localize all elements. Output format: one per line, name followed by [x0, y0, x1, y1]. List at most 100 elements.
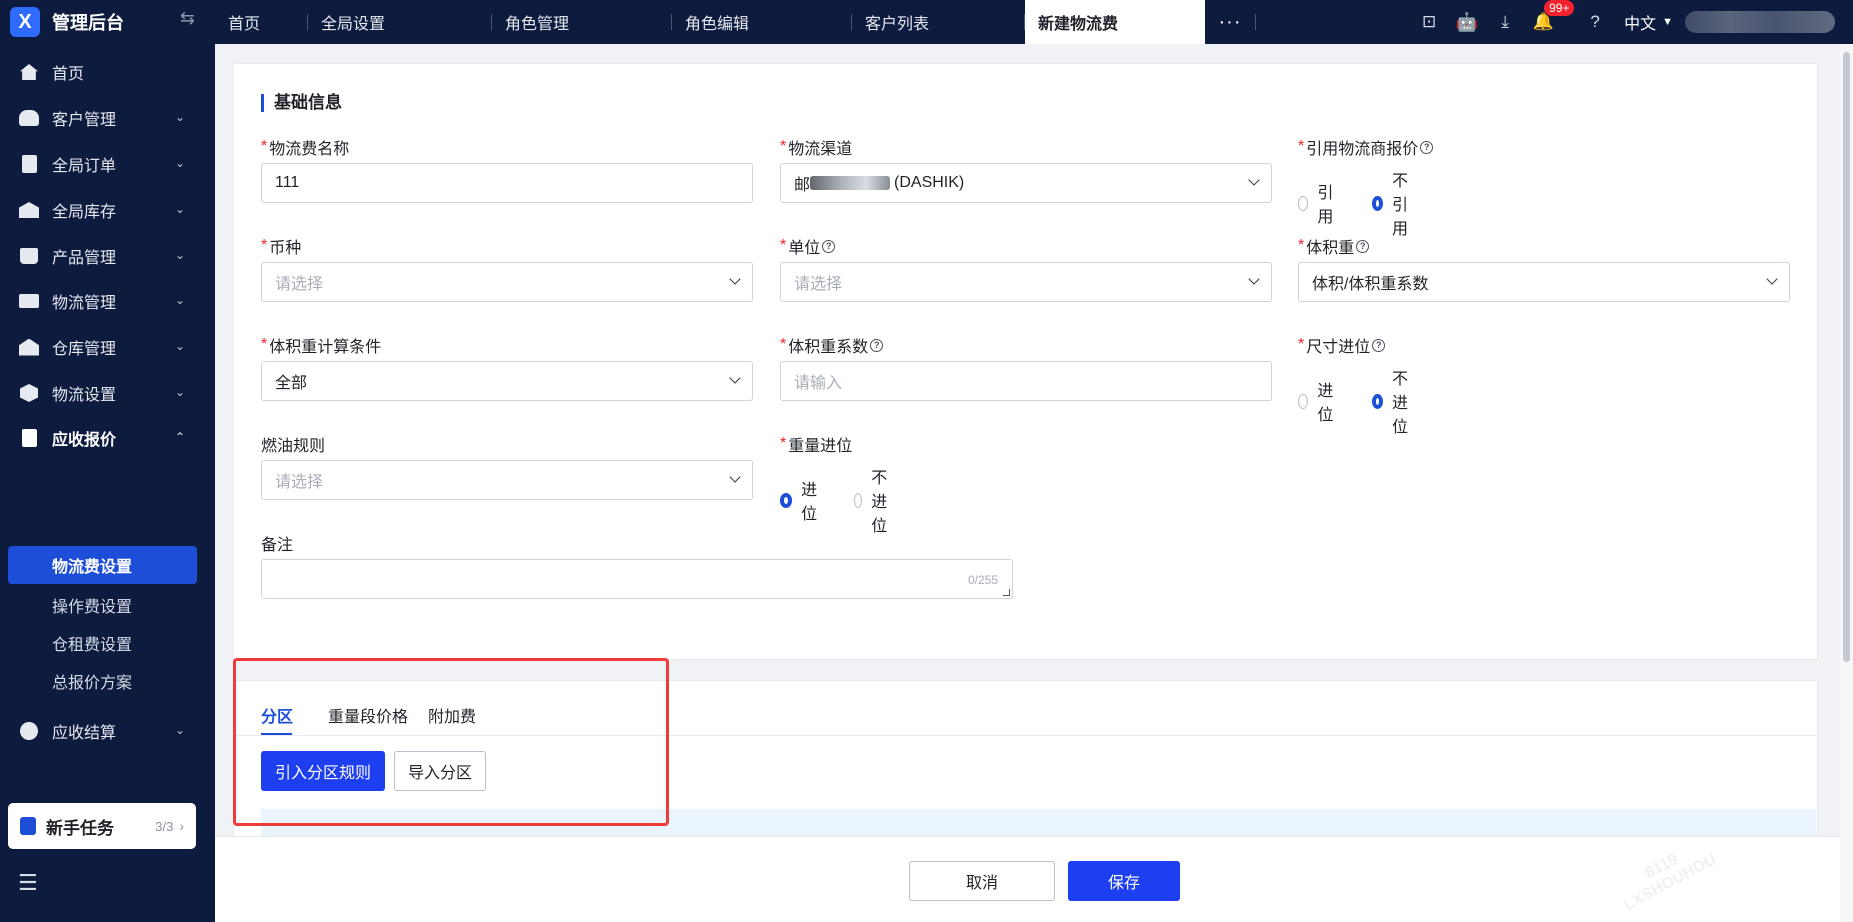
submenu-item-logistics-fee[interactable]: 物流费设置 [8, 546, 197, 584]
chevron-down-icon: ⌄ [174, 293, 185, 307]
vol-condition-select[interactable]: 全部 [261, 361, 753, 401]
inbox-icon[interactable]: ⊡ [1410, 0, 1448, 44]
input-value: 111 [275, 174, 300, 191]
menu-item-home[interactable]: 首页 [0, 52, 215, 92]
section-title: 基础信息 [261, 94, 342, 112]
menu-item-receivable-quote[interactable]: 应收报价 ⌃ [0, 418, 215, 458]
menu-label: 物流设置 [52, 387, 117, 404]
chevron-up-icon: ⌃ [174, 430, 185, 444]
menu-label: 全局库存 [52, 204, 117, 221]
chevron-down-icon: ⌄ [174, 385, 185, 399]
currency-select[interactable]: 请选择 [261, 262, 753, 302]
submenu-item-operation-fee[interactable]: 操作费设置 [0, 586, 215, 624]
help-icon[interactable]: ? [1372, 338, 1386, 352]
tab-role-management[interactable]: 角色管理 [492, 0, 672, 44]
language-select[interactable]: 中文 ▼ [1624, 10, 1673, 34]
select-value: 全部 [275, 375, 308, 392]
tab-new-logistics-fee[interactable]: 新建物流费 [1025, 0, 1205, 44]
radio-no-carry[interactable]: 不进位 [854, 464, 894, 536]
chevron-right-icon: › [179, 818, 184, 834]
help-icon[interactable]: ? [822, 239, 836, 253]
help-icon[interactable]: ? [870, 338, 884, 352]
download-icon[interactable]: ⤓ [1486, 0, 1524, 44]
tab-global-settings[interactable]: 全局设置 [308, 0, 492, 44]
tab-customer-list[interactable]: 客户列表 [852, 0, 1025, 44]
radio-circle-checked [1372, 393, 1383, 409]
radio-carry[interactable]: 进位 [1298, 377, 1338, 425]
task-count: 3/3 [155, 818, 174, 834]
input-placeholder: 请输入 [794, 375, 843, 392]
remark-textarea[interactable]: 0/255 [261, 559, 1013, 599]
radio-no-ref[interactable]: 不引用 [1372, 167, 1412, 239]
chevron-down-icon [1248, 273, 1260, 285]
app-title: 管理后台 [52, 13, 124, 33]
tab-divider [1255, 14, 1256, 30]
ref-quote-radio-group: 引用 不引用 [1298, 167, 1446, 239]
brand: X 管理后台 ⇆ [0, 0, 215, 44]
swap-icon[interactable]: ⇆ [180, 8, 195, 29]
menu-label: 首页 [52, 66, 85, 83]
radio-label: 进位 [801, 482, 818, 523]
bell-icon[interactable]: 🔔 99+ [1524, 0, 1575, 44]
chevron-down-icon [729, 372, 741, 384]
cancel-button[interactable]: 取消 [909, 861, 1055, 901]
radio-no-carry[interactable]: 不进位 [1372, 365, 1412, 437]
tab-home[interactable]: 首页 [215, 0, 308, 44]
menu-fold-icon[interactable]: ☰ [18, 870, 38, 896]
app-logo: X [10, 7, 40, 37]
scrollbar-thumb[interactable] [1843, 52, 1850, 662]
top-right-tools: ⊡ 🤖 ⤓ 🔔 99+ ? 中文 ▼ [1410, 0, 1853, 44]
radio-circle [1298, 393, 1309, 409]
field-label: 体积重 [1306, 240, 1355, 257]
vol-weight-select[interactable]: 体积/体积重系数 [1298, 262, 1790, 302]
menu-item-inventory[interactable]: 全局库存 ⌄ [0, 190, 215, 230]
submenu-item-storage-fee[interactable]: 仓租费设置 [0, 624, 215, 662]
annotation-highlight-box [233, 658, 669, 826]
more-tabs-icon[interactable]: ··· [1205, 0, 1255, 44]
menu-item-customer[interactable]: 客户管理 ⌄ [0, 98, 215, 138]
radio-circle-checked [780, 492, 793, 508]
fuel-rule-select[interactable]: 请选择 [261, 460, 753, 500]
vol-coefficient-input[interactable]: 请输入 [780, 361, 1272, 401]
radio-carry[interactable]: 进位 [780, 476, 820, 524]
chevron-down-icon: ⌄ [174, 339, 185, 353]
submenu-item-total-quote[interactable]: 总报价方案 [0, 662, 215, 700]
chevron-down-icon: ⌄ [174, 723, 185, 737]
menu-item-warehouse[interactable]: 仓库管理 ⌄ [0, 327, 215, 367]
tab-role-edit[interactable]: 角色编辑 [672, 0, 852, 44]
onboarding-task-card[interactable]: 新手任务 3/3 › [8, 803, 196, 849]
help-icon[interactable]: ? [1576, 0, 1614, 44]
menu-item-receivable-settlement[interactable]: 应收结算 ⌄ [0, 711, 215, 751]
channel-select[interactable]: 邮 (DASHIK) [780, 163, 1272, 203]
page-scrollbar[interactable] [1840, 44, 1853, 922]
required-mark: * [780, 336, 787, 353]
menu-label: 全局订单 [52, 158, 117, 175]
chevron-down-icon [1248, 174, 1260, 186]
user-avatar[interactable] [1685, 11, 1835, 33]
top-bar: X 管理后台 ⇆ 首页 全局设置 角色管理 角色编辑 客户列表 新建物流费 ··… [0, 0, 1853, 44]
help-icon[interactable]: ? [1356, 239, 1370, 253]
users-icon [19, 110, 39, 126]
fee-name-input[interactable]: 111 [261, 163, 753, 203]
notification-badge: 99+ [1544, 0, 1575, 16]
resize-handle-icon[interactable] [1003, 589, 1010, 596]
robot-icon[interactable]: 🤖 [1448, 0, 1486, 44]
menu-item-products[interactable]: 产品管理 ⌄ [0, 236, 215, 276]
cube-icon [20, 384, 38, 402]
submenu-label: 仓租费设置 [52, 637, 133, 654]
field-unit: * 单位? 请选择 [780, 236, 1272, 302]
field-fee-name: * 物流费名称 111 [261, 137, 753, 203]
menu-item-logistics-settings[interactable]: 物流设置 ⌄ [0, 373, 215, 413]
save-button[interactable]: 保存 [1068, 861, 1180, 901]
document-icon [21, 155, 37, 173]
task-title: 新手任务 [46, 818, 114, 838]
required-mark: * [1298, 138, 1305, 155]
language-label: 中文 [1624, 16, 1657, 33]
help-icon[interactable]: ? [1420, 140, 1434, 154]
unit-select[interactable]: 请选择 [780, 262, 1272, 302]
menu-item-orders[interactable]: 全局订单 ⌄ [0, 144, 215, 184]
menu-item-logistics[interactable]: 物流管理 ⌄ [0, 281, 215, 321]
sidebar: 首页 客户管理 ⌄ 全局订单 ⌄ 全局库存 ⌄ 产品管理 ⌄ 物流管理 ⌄ 仓库… [0, 44, 215, 922]
radio-ref[interactable]: 引用 [1298, 179, 1338, 227]
menu-label: 仓库管理 [52, 341, 117, 358]
